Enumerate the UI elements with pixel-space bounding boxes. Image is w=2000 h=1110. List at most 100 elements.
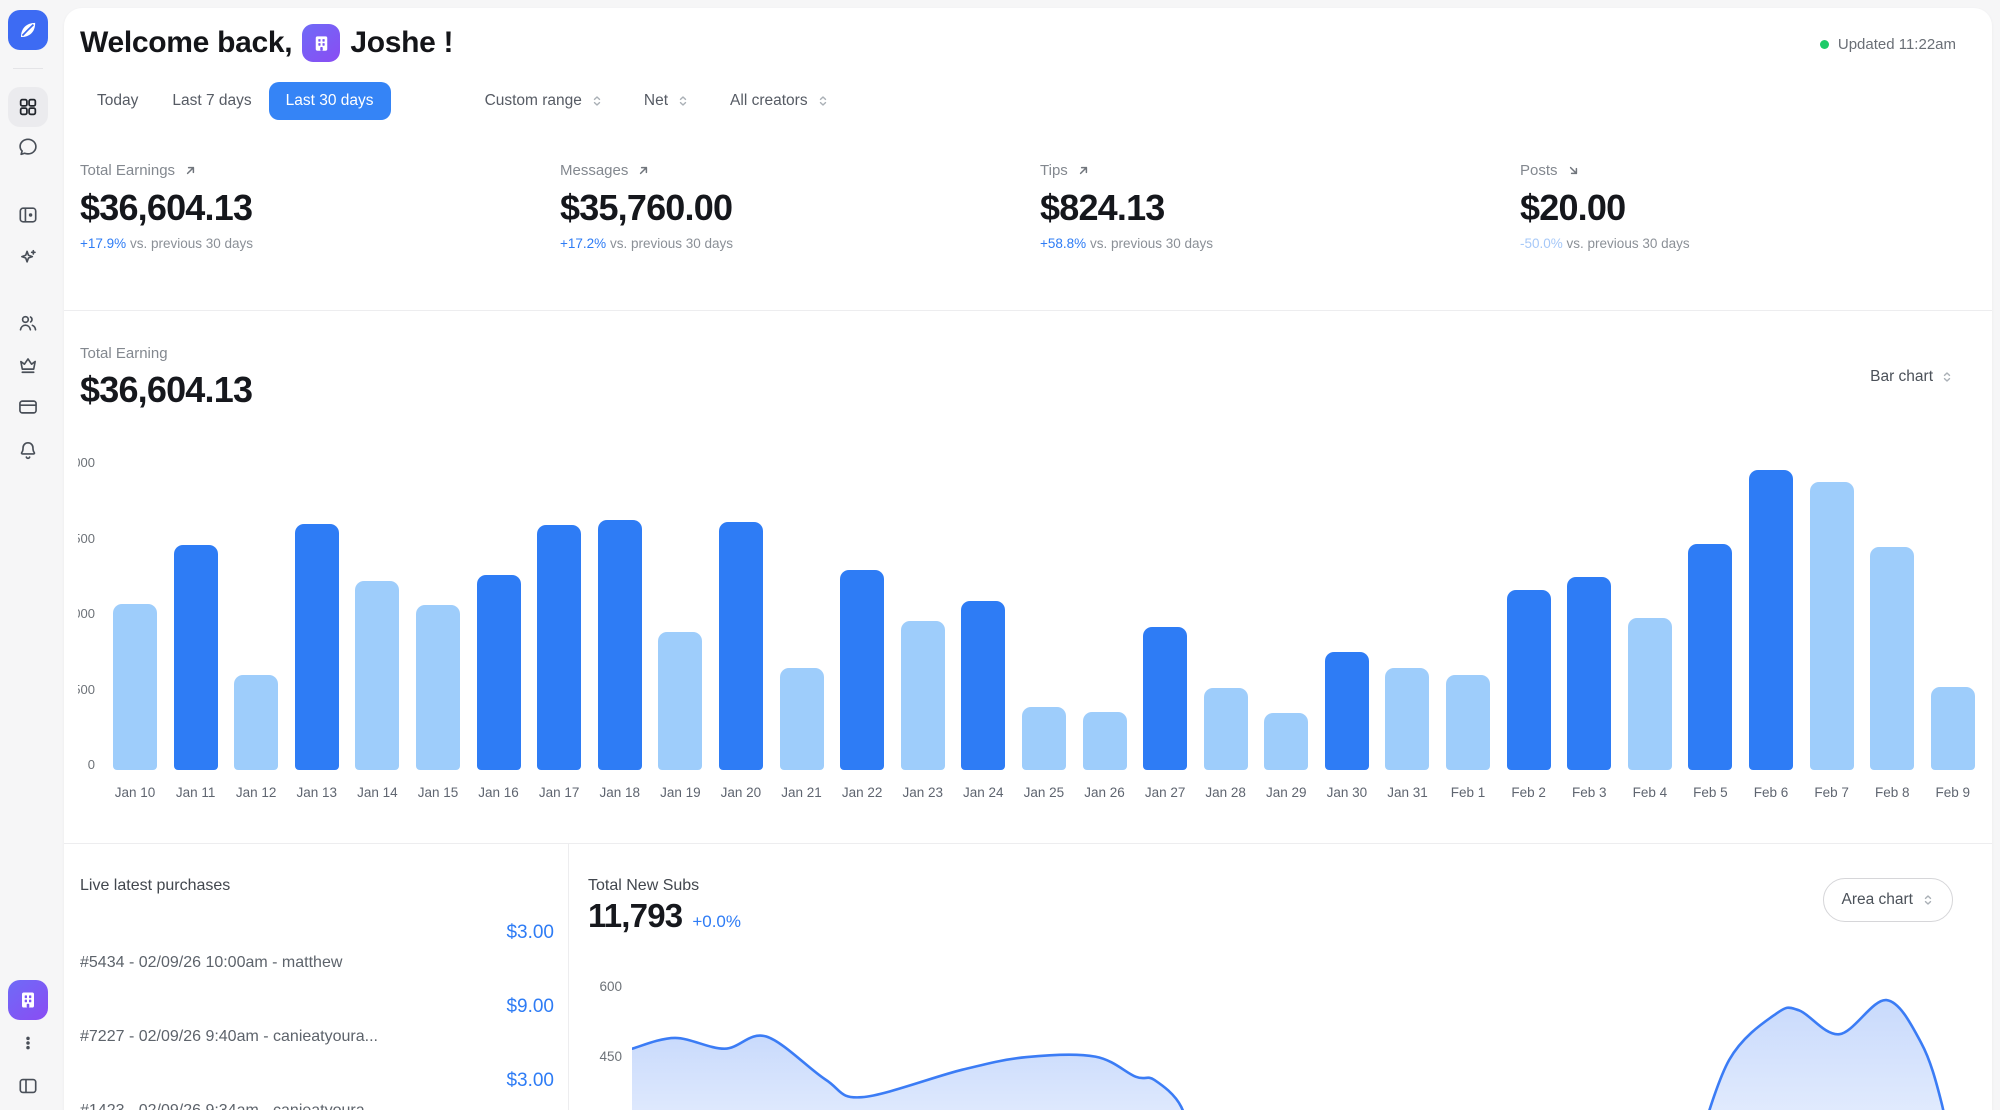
app-logo[interactable] <box>8 10 48 50</box>
x-tick-label: Jan 18 <box>598 785 642 800</box>
bar-feb-1[interactable] <box>1446 675 1490 770</box>
workspace-avatar[interactable] <box>8 980 48 1020</box>
purchase-amount: $3.00 <box>80 921 554 945</box>
sidebar-item-billing[interactable] <box>8 387 48 427</box>
bar-jan-25[interactable] <box>1022 707 1066 770</box>
bar-jan-20[interactable] <box>719 522 763 770</box>
x-tick-label: Jan 17 <box>537 785 581 800</box>
bar-jan-10[interactable] <box>113 604 157 770</box>
arrow-down-right-icon <box>1566 163 1581 178</box>
tab-last-30-days[interactable]: Last 30 days <box>269 82 391 120</box>
bar-jan-29[interactable] <box>1264 713 1308 770</box>
custom-range-dropdown[interactable]: Custom range <box>485 92 604 110</box>
bar-feb-4[interactable] <box>1628 618 1672 770</box>
stat-label: Total Earnings <box>80 162 560 179</box>
collapse-sidebar-button[interactable] <box>8 1066 48 1106</box>
bar-feb-3[interactable] <box>1567 577 1611 770</box>
stats-row: Total Earnings $36,604.13 +17.9% vs. pre… <box>80 162 2000 251</box>
stat-value: $20.00 <box>1520 187 2000 229</box>
app: { "header": { "greeting": "Welcome back,… <box>0 0 2000 1110</box>
arrow-up-right-icon <box>183 163 198 178</box>
tab-today[interactable]: Today <box>80 82 155 120</box>
bar-feb-6[interactable] <box>1749 470 1793 770</box>
bar-chart-plot <box>113 468 1975 770</box>
sidebar-divider <box>13 68 43 69</box>
bar-jan-23[interactable] <box>901 621 945 770</box>
x-tick-label: Jan 10 <box>113 785 157 800</box>
bar-feb-8[interactable] <box>1870 547 1914 770</box>
dashboard-grid-icon <box>17 96 39 118</box>
x-tick-label: Jan 25 <box>1022 785 1066 800</box>
sidebar-item-messages[interactable] <box>8 127 48 167</box>
all-creators-label: All creators <box>730 92 808 110</box>
sidebar <box>0 0 56 1110</box>
y-tick-label: 2,000 <box>78 454 95 472</box>
new-subs-panel: Total New Subs 11,793 +0.0% <box>588 877 741 935</box>
section-divider <box>64 843 1992 844</box>
vault-icon <box>17 204 39 226</box>
x-tick-label: Feb 2 <box>1507 785 1551 800</box>
bar-feb-2[interactable] <box>1507 590 1551 770</box>
bar-jan-12[interactable] <box>234 675 278 770</box>
bar-jan-24[interactable] <box>961 601 1005 770</box>
purchase-item[interactable]: $3.00 #5434 - 02/09/26 10:00am - matthew <box>80 921 554 973</box>
kebab-menu-icon <box>18 1033 38 1053</box>
bar-jan-18[interactable] <box>598 520 642 770</box>
x-tick-label: Jan 11 <box>174 785 218 800</box>
bar-jan-19[interactable] <box>658 632 702 770</box>
bar-jan-27[interactable] <box>1143 627 1187 770</box>
sidebar-item-notifications[interactable] <box>8 430 48 470</box>
net-dropdown[interactable]: Net <box>644 92 690 110</box>
bar-jan-22[interactable] <box>840 570 884 770</box>
bar-chart-x-axis: Jan 10Jan 11Jan 12Jan 13Jan 14Jan 15Jan … <box>113 785 1975 800</box>
stat-messages: Messages $35,760.00 +17.2% vs. previous … <box>560 162 1040 251</box>
x-tick-label: Feb 6 <box>1749 785 1793 800</box>
bar-jan-28[interactable] <box>1204 688 1248 770</box>
user-avatar[interactable] <box>302 24 340 62</box>
subs-delta: +0.0% <box>692 912 741 932</box>
stat-label: Messages <box>560 162 1040 179</box>
sidebar-item-dashboard[interactable] <box>8 87 48 127</box>
y-tick-label: 500 <box>78 681 95 699</box>
net-label: Net <box>644 92 668 110</box>
bar-jan-17[interactable] <box>537 525 581 770</box>
bar-jan-13[interactable] <box>295 524 339 770</box>
bar-jan-21[interactable] <box>780 668 824 770</box>
sidebar-item-vault[interactable] <box>8 195 48 235</box>
bar-chart-type-select[interactable]: Bar chart <box>1870 368 1954 386</box>
stat-delta: -50.0% vs. previous 30 days <box>1520 236 2000 251</box>
bar-feb-9[interactable] <box>1931 687 1975 770</box>
bar-feb-7[interactable] <box>1810 482 1854 770</box>
bar-chart-type-label: Bar chart <box>1870 368 1933 386</box>
x-tick-label: Jan 19 <box>658 785 702 800</box>
earnings-chart-value: $36,604.13 <box>80 369 252 411</box>
x-tick-label: Jan 15 <box>416 785 460 800</box>
bar-jan-15[interactable] <box>416 605 460 770</box>
x-tick-label: Jan 24 <box>961 785 1005 800</box>
area-chart-type-select[interactable]: Area chart <box>1823 878 1953 922</box>
x-tick-label: Jan 23 <box>901 785 945 800</box>
bar-jan-30[interactable] <box>1325 652 1369 770</box>
bar-jan-16[interactable] <box>477 575 521 770</box>
sidebar-item-ai-tools[interactable] <box>8 238 48 278</box>
chevron-updown-icon <box>816 94 830 108</box>
stat-tips: Tips $824.13 +58.8% vs. previous 30 days <box>1040 162 1520 251</box>
bar-jan-11[interactable] <box>174 545 218 770</box>
title-suffix: ! <box>444 26 454 60</box>
purchase-item[interactable]: $9.00 #7227 - 02/09/26 9:40am - canieaty… <box>80 995 554 1047</box>
sidebar-item-subscriptions[interactable] <box>8 345 48 385</box>
tab-last-7-days[interactable]: Last 7 days <box>155 82 268 120</box>
stat-delta: +17.2% vs. previous 30 days <box>560 236 1040 251</box>
y-tick-label: 1,500 <box>78 530 95 548</box>
more-menu-button[interactable] <box>8 1023 48 1063</box>
x-tick-label: Jan 13 <box>295 785 339 800</box>
purchase-item[interactable]: $3.00 #1423 - 02/09/26 9:34am - canieaty… <box>80 1069 554 1110</box>
bar-jan-14[interactable] <box>355 581 399 770</box>
users-icon <box>17 312 39 334</box>
all-creators-dropdown[interactable]: All creators <box>730 92 830 110</box>
sidebar-item-fans[interactable] <box>8 303 48 343</box>
bar-jan-26[interactable] <box>1083 712 1127 770</box>
bar-jan-31[interactable] <box>1385 668 1429 770</box>
bar-feb-5[interactable] <box>1688 544 1732 770</box>
area-y-tick-450: 450 <box>572 1049 622 1064</box>
